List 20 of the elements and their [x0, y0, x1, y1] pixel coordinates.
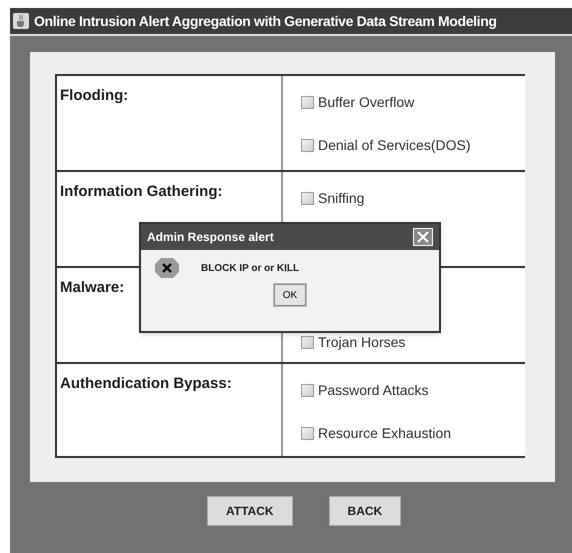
checkbox-option[interactable]: Password Attacks [301, 380, 428, 401]
category-label: Malware: [60, 279, 124, 296]
action-button[interactable]: ATTACK [207, 496, 293, 526]
category-label: Information Gathering: [60, 183, 222, 200]
category-label: Flooding: [60, 87, 128, 104]
alert-message: BLOCK IP or or KILL [201, 262, 300, 276]
window-title: Online Intrusion Alert Aggregation with Generative Data Stream Modeling [34, 12, 497, 31]
checkbox-option[interactable]: Resource Exhaustion [301, 423, 452, 444]
category-label: Authendication Bypass: [60, 375, 232, 392]
dialog-title: Admin Response alert [147, 229, 274, 246]
checkbox-option[interactable]: Buffer Overflow [301, 92, 414, 113]
close-icon [417, 231, 429, 243]
checkbox-option[interactable]: Sniffing [301, 188, 364, 209]
close-button[interactable] [413, 228, 433, 246]
action-button[interactable]: BACK [328, 496, 402, 526]
checkbox-option[interactable]: Trojan Horses [301, 332, 406, 353]
error-icon [155, 258, 179, 278]
checkbox-option[interactable]: Denial of Services(DOS) [301, 135, 470, 156]
ok-button[interactable]: OK [274, 284, 306, 306]
coffee-cup-icon [13, 13, 29, 29]
